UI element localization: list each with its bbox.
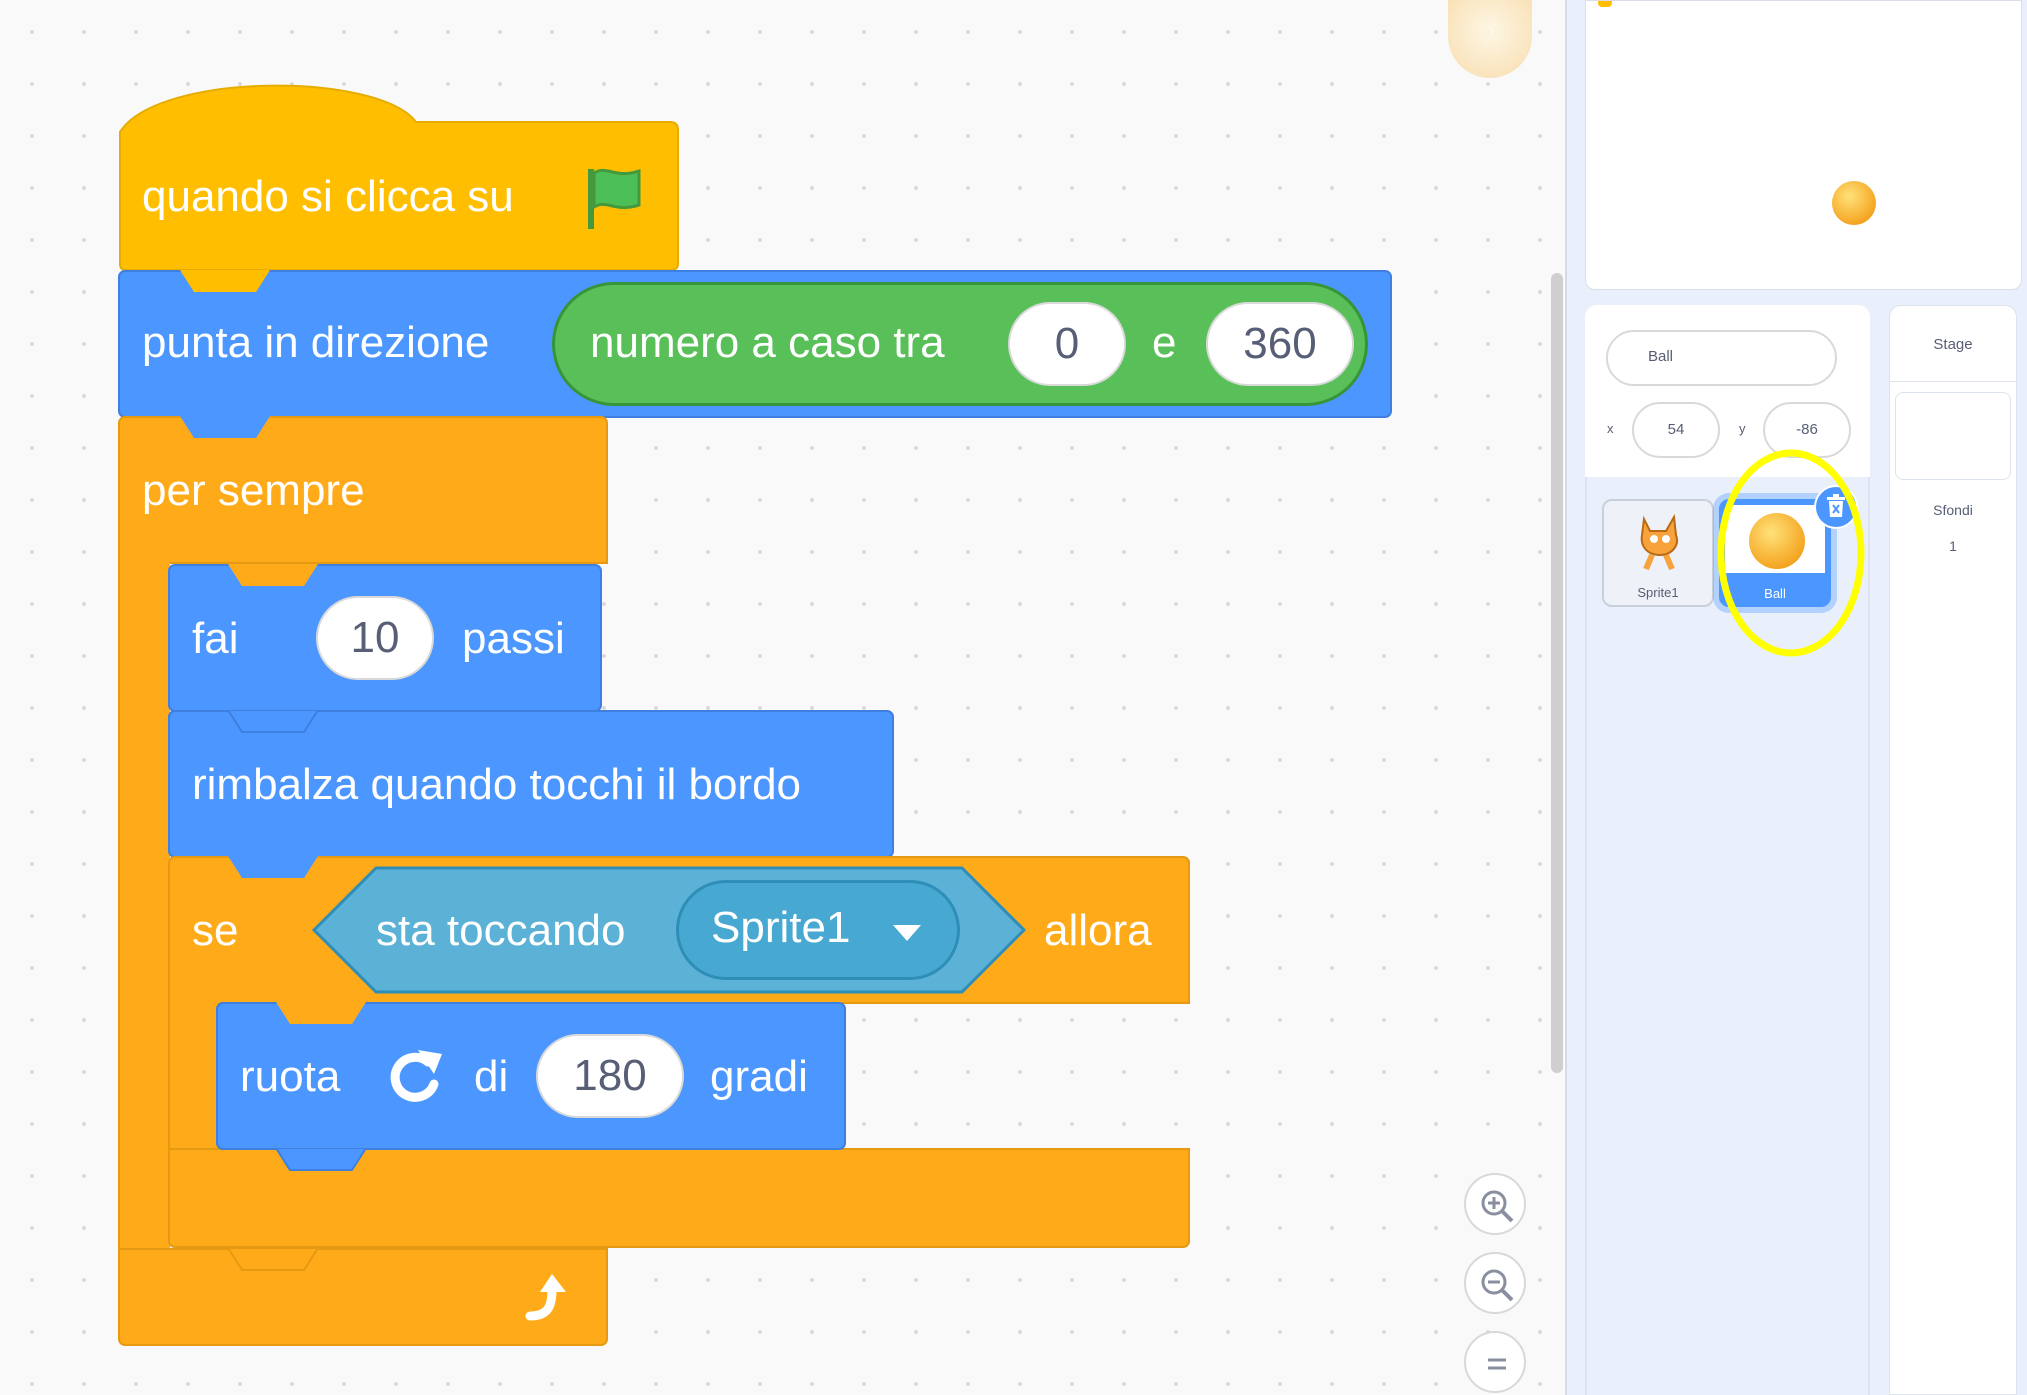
stage-edge-marker (1598, 1, 1612, 7)
block-notch (180, 270, 270, 292)
when-flag-label: quando si clicca su (142, 172, 514, 221)
workspace-scrollbar[interactable] (1551, 273, 1563, 1073)
move-label: fai (192, 614, 239, 663)
divider (1890, 381, 2016, 382)
touching-target-label: Sprite1 (711, 903, 851, 952)
highlight-circle (1717, 449, 1865, 657)
block-notch (276, 1148, 366, 1171)
block-notch (228, 564, 318, 586)
zoom-reset-icon (1488, 1358, 1506, 1370)
ball-sprite[interactable] (1832, 181, 1876, 225)
sprite-tile-label: Sprite1 (1637, 585, 1679, 600)
forever-label: per sempre (142, 466, 365, 515)
bounce-label: rimbalza quando tocchi il bordo (192, 760, 802, 809)
backdrops-count: 1 (1949, 538, 1957, 554)
cat-sprite-icon (1640, 513, 1678, 571)
backdrops-label: Sfondi (1933, 502, 1973, 518)
dragged-sprite-ghost (1448, 0, 1532, 78)
block-notch (180, 416, 270, 438)
y-label: y (1739, 421, 1746, 436)
if-label: se (192, 906, 239, 955)
block-notch (228, 1248, 318, 1271)
block-notch (228, 710, 318, 733)
degrees-input[interactable]: 180 (536, 1034, 684, 1118)
x-position-field[interactable]: 54 (1632, 402, 1720, 458)
loop-arrow-icon (525, 1274, 566, 1321)
steps-label: passi (462, 614, 565, 663)
stage-title: Stage (1933, 336, 1973, 353)
block-notch (228, 856, 318, 878)
steps-input[interactable]: 10 (316, 596, 434, 680)
touching-target-dropdown[interactable]: Sprite1 (676, 880, 960, 980)
zoom-in-button[interactable] (1464, 1173, 1526, 1235)
turn-label: ruota (240, 1052, 341, 1101)
backdrop-thumbnail[interactable] (1895, 392, 2011, 480)
sprite-tile-sprite1[interactable]: Sprite1 (1602, 499, 1714, 607)
pick-random-label: numero a caso tra (590, 318, 945, 367)
sprite-name-value: Ball (1648, 348, 1674, 365)
random-to-input[interactable]: 360 (1206, 302, 1354, 386)
block-notch (276, 1002, 366, 1024)
random-from-input[interactable]: 0 (1008, 302, 1126, 386)
turn-di-label: di (474, 1052, 509, 1101)
stage-selector-panel[interactable]: Stage Sfondi 1 (1889, 305, 2017, 1395)
random-and-label: e (1152, 318, 1177, 367)
sprite-list: Sprite1 Ball (1585, 449, 1870, 1395)
touching-label: sta toccando (376, 906, 626, 955)
then-label: allora (1044, 906, 1152, 955)
stage-canvas[interactable] (1585, 0, 2022, 290)
green-flag-icon (588, 168, 641, 229)
zoom-reset-button[interactable] (1464, 1331, 1526, 1393)
zoom-out-icon (1481, 1269, 1514, 1302)
zoom-in-icon (1481, 1190, 1514, 1223)
point-direction-label: punta in direzione (142, 318, 490, 367)
code-workspace[interactable]: quando si clicca su punta in direzione n… (0, 0, 1565, 1395)
dropdown-caret-icon (893, 925, 921, 941)
rotate-clockwise-icon (390, 1050, 442, 1102)
degrees-label: gradi (710, 1052, 808, 1101)
zoom-out-button[interactable] (1464, 1252, 1526, 1314)
x-label: x (1607, 421, 1614, 436)
sprite-name-field[interactable]: Ball (1606, 330, 1837, 386)
